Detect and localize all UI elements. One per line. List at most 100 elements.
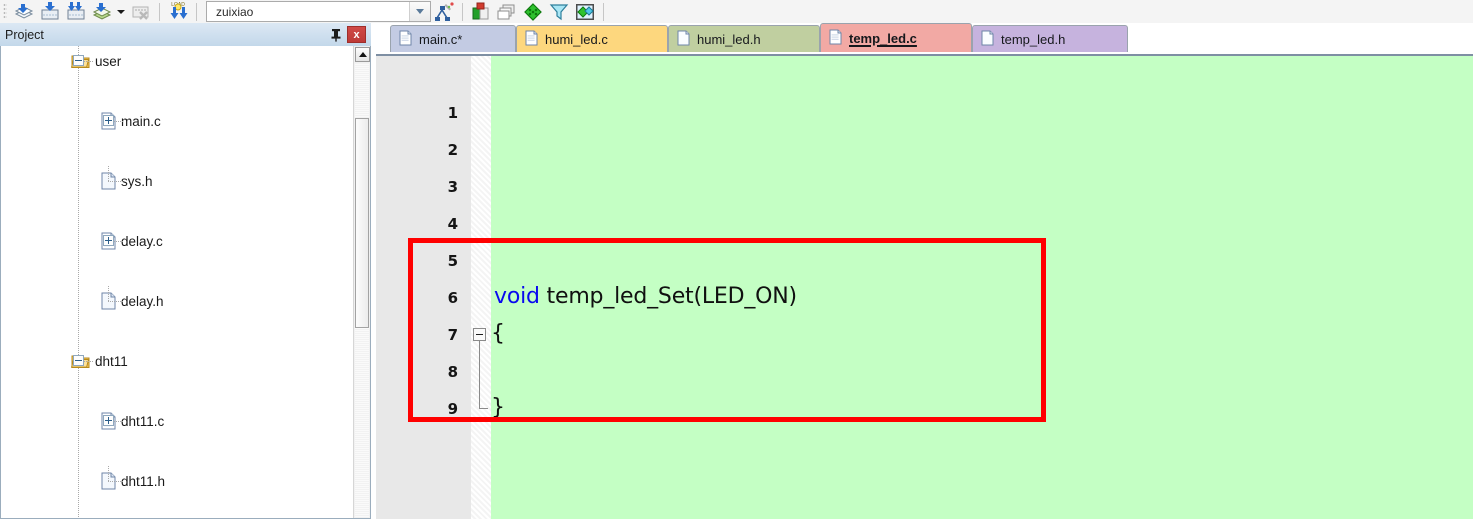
line-number-gutter — [376, 56, 471, 519]
editor-tab-strip: main.c* humi_led.c humi_led.h temp_led.c — [376, 23, 1473, 56]
tree-item-label: main.c — [121, 113, 161, 129]
line-number: 5 — [447, 252, 458, 270]
collapse-toggle-icon[interactable] — [73, 355, 84, 366]
tab-main-c[interactable]: main.c* — [390, 25, 516, 52]
tree-item-main-c[interactable]: main.c — [1, 106, 351, 136]
tree-connector — [108, 286, 109, 301]
green-diamond-icon[interactable] — [522, 1, 544, 23]
tab-humi-led-h[interactable]: humi_led.h — [668, 25, 820, 52]
code-line-9: } — [491, 395, 505, 420]
insert-bookmark-icon[interactable] — [470, 1, 492, 23]
editor-area: main.c* humi_led.c humi_led.h temp_led.c — [376, 23, 1473, 519]
line-number: 3 — [447, 178, 458, 196]
c-source-file-icon — [399, 30, 412, 49]
tree-connector — [114, 121, 124, 122]
code-folding-margin[interactable] — [471, 56, 491, 519]
expand-toggle-icon[interactable] — [103, 235, 114, 246]
build-icon[interactable] — [65, 1, 87, 23]
toolbar-grip[interactable] — [3, 3, 7, 20]
expand-toggle-icon[interactable] — [103, 115, 114, 126]
line-number: 4 — [447, 215, 458, 233]
tree-item-label: dht11 — [95, 353, 128, 369]
debug-settings-icon[interactable] — [433, 1, 455, 23]
tree-item-dht11-h[interactable]: dht11.h — [1, 466, 351, 496]
line-number: 8 — [447, 363, 458, 381]
tree-item-label: dht11.c — [121, 413, 165, 429]
tree-connector — [84, 61, 93, 62]
fold-collapse-icon[interactable] — [473, 328, 486, 341]
tab-label: temp_led.c — [849, 30, 917, 46]
keil-uvision-window: LOAD zuixiao — [0, 0, 1473, 519]
tree-connector — [108, 466, 109, 481]
tree-item-delay-h[interactable]: delay.h — [1, 286, 351, 316]
tree-item-label: dht11.h — [121, 473, 166, 489]
stop-build-icon[interactable] — [130, 1, 152, 23]
fold-end-line — [479, 408, 488, 409]
tree-item-user[interactable]: user — [1, 46, 351, 76]
tree-connector — [108, 166, 109, 181]
tab-humi-led-c[interactable]: humi_led.c — [516, 25, 668, 52]
project-panel-header: Project x — [0, 23, 371, 47]
h-header-file-icon — [677, 30, 690, 49]
tree-connector — [84, 361, 93, 362]
tab-temp-led-h[interactable]: temp_led.h — [972, 25, 1128, 52]
tree-item-label: user — [95, 53, 122, 69]
toolbar-separator — [603, 2, 604, 21]
pin-icon[interactable] — [327, 25, 345, 44]
window-tile-icon[interactable] — [496, 1, 518, 23]
tab-temp-led-c[interactable]: temp_led.c — [820, 23, 972, 52]
toolbar-separator — [462, 2, 463, 21]
main-toolbar: LOAD zuixiao — [0, 0, 1473, 24]
tree-item-dht11-c[interactable]: dht11.c — [1, 406, 351, 436]
fold-stem-line — [479, 341, 480, 408]
target-combo-box[interactable]: zuixiao — [206, 1, 431, 22]
tree-connector — [114, 241, 124, 242]
scroll-up-arrow-icon[interactable] — [355, 47, 370, 62]
tab-label: humi_led.h — [697, 31, 761, 47]
close-icon[interactable]: x — [347, 26, 366, 43]
expand-toggle-icon[interactable] — [103, 415, 114, 426]
line-number: 2 — [447, 141, 458, 159]
scrollbar-thumb[interactable] — [355, 118, 369, 328]
tree-item-sys-h[interactable]: sys.h — [1, 166, 351, 196]
batch-build-icon[interactable] — [13, 1, 35, 23]
line-number: 1 — [447, 104, 458, 122]
project-panel-title: Project — [5, 27, 44, 42]
target-combo-value: zuixiao — [216, 4, 254, 19]
tree-connector — [108, 481, 124, 482]
tree-item-dht11[interactable]: dht11 — [1, 346, 351, 376]
tree-connector — [108, 301, 124, 302]
tree-item-label: delay.c — [121, 233, 163, 249]
tree-item-delay-c[interactable]: delay.c — [1, 226, 351, 256]
project-tree-scrollbar[interactable] — [353, 46, 370, 518]
tab-label: main.c* — [419, 31, 463, 47]
manage-project-icon[interactable] — [574, 1, 596, 23]
chevron-down-icon[interactable] — [115, 1, 126, 23]
download-icon[interactable]: LOAD — [167, 1, 189, 23]
c-source-file-icon — [525, 30, 538, 49]
collapse-toggle-icon[interactable] — [73, 55, 84, 66]
chevron-down-icon[interactable] — [409, 2, 430, 21]
project-tree-container: user main.c sys.h delay.c delay.h dht11 … — [0, 46, 371, 519]
code-editor[interactable]: 1 2 3 4 5 6 7 8 9 void temp_led_Set(LED_… — [376, 56, 1473, 519]
code-keyword-void: void — [494, 284, 540, 309]
line-number: 9 — [447, 400, 458, 418]
project-panel: Project x user main.c sys.h delay.c dela… — [0, 23, 371, 519]
toolbar-separator — [196, 2, 197, 21]
code-line-6: void temp_led_Set(LED_ON) — [494, 284, 797, 310]
tab-label: humi_led.c — [545, 31, 608, 47]
tab-label: temp_led.h — [1001, 31, 1066, 47]
toolbar-separator — [159, 2, 160, 21]
filter-icon[interactable] — [548, 1, 570, 23]
code-function-signature: temp_led_Set(LED_ON) — [539, 284, 798, 309]
translate-icon[interactable] — [91, 1, 113, 23]
tree-item-label: sys.h — [121, 173, 153, 189]
tree-connector — [108, 181, 124, 182]
h-header-file-icon — [981, 30, 994, 49]
project-tree: user main.c sys.h delay.c delay.h dht11 … — [1, 46, 351, 518]
rebuild-icon[interactable] — [39, 1, 61, 23]
c-source-file-icon — [829, 29, 842, 48]
tree-item-label: delay.h — [121, 293, 164, 309]
line-number: 7 — [447, 326, 458, 344]
code-line-7: { — [491, 321, 505, 346]
